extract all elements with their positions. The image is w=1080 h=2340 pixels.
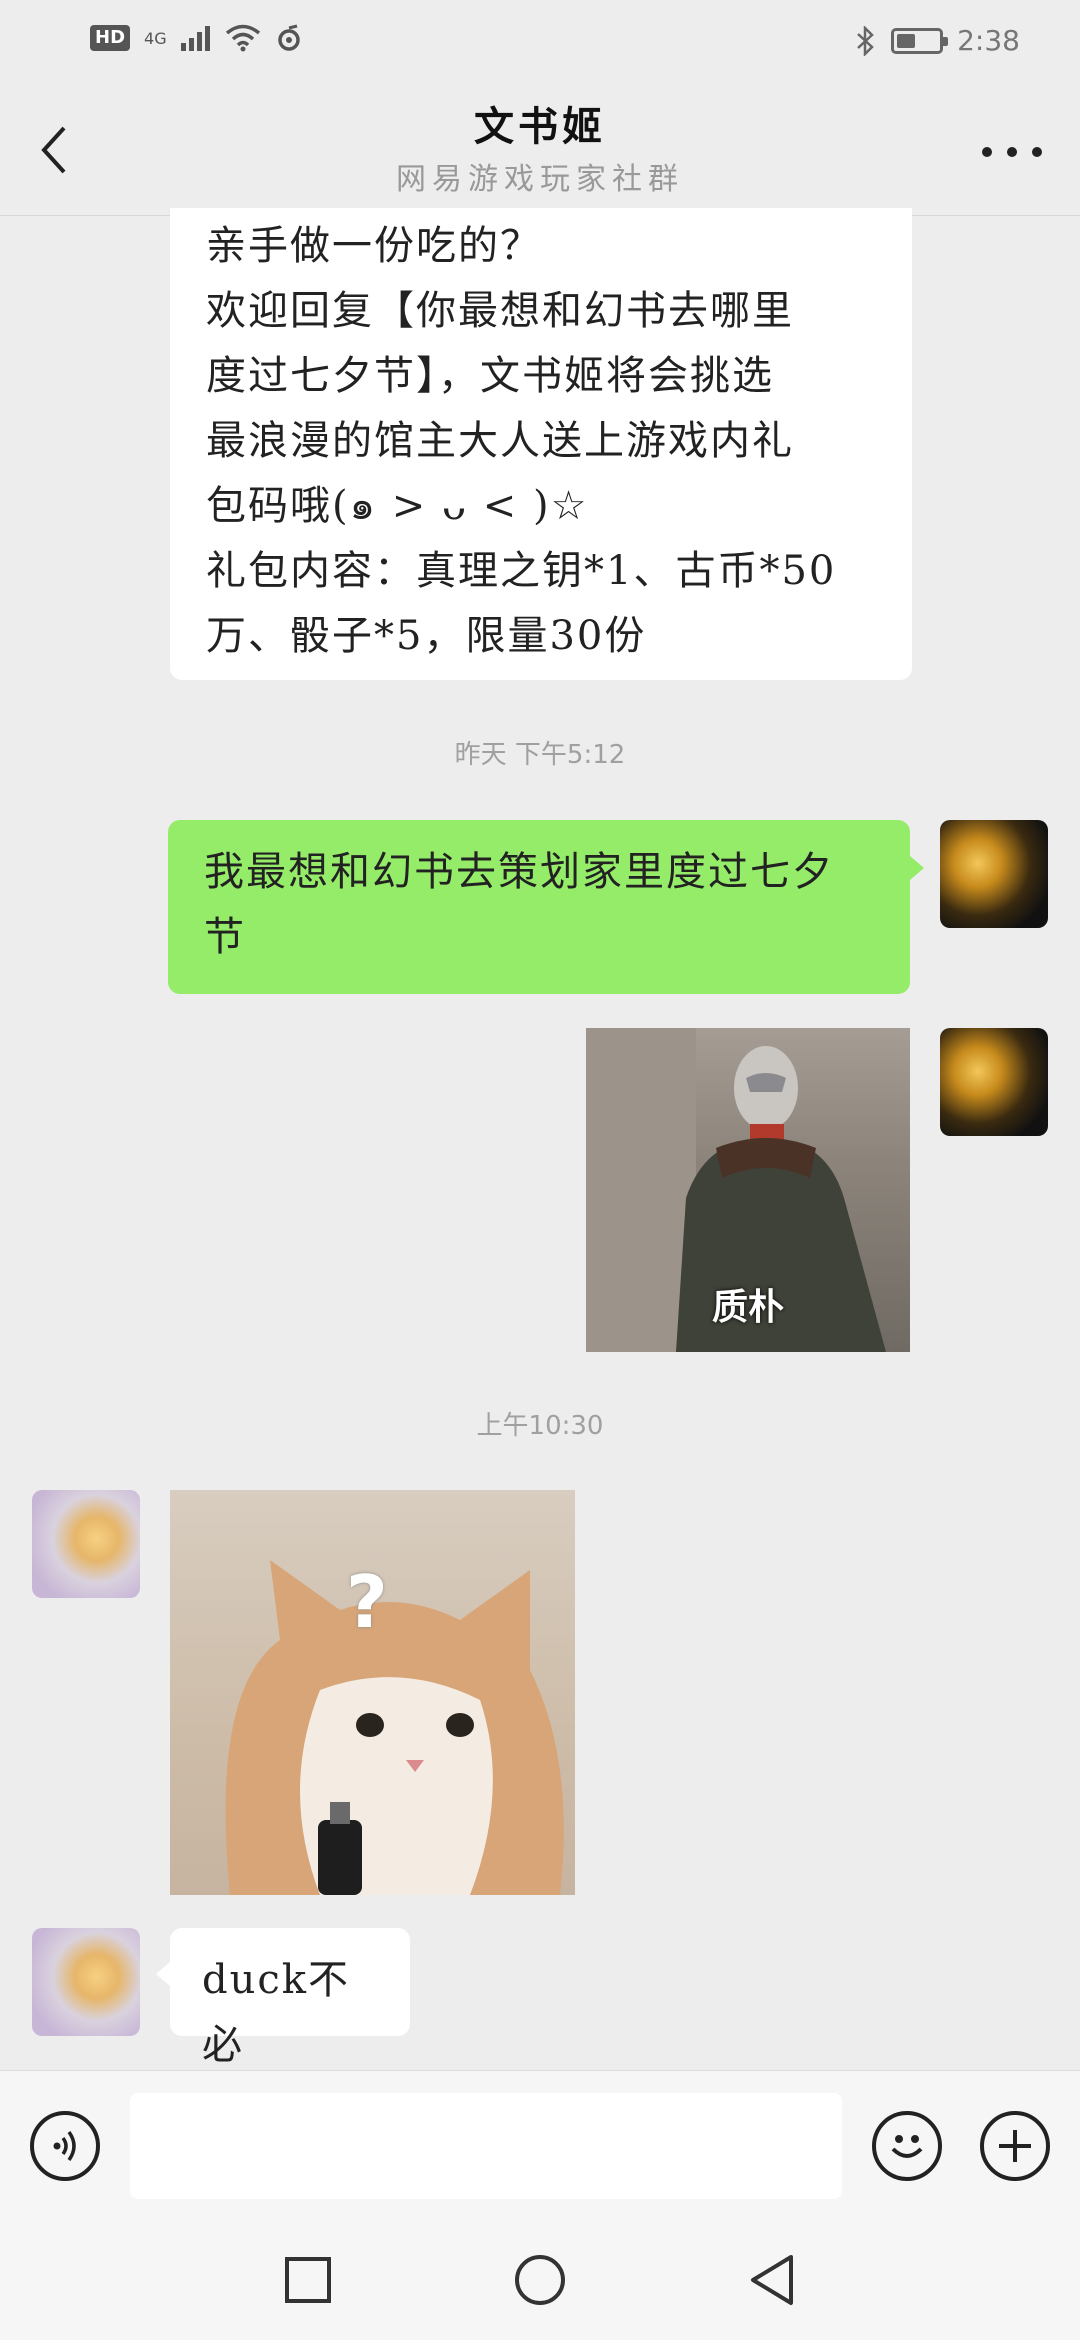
received-image-message[interactable]: ? [170, 1490, 575, 1895]
chat-header: 文书姬 网易游戏玩家社群 [0, 80, 1080, 216]
my-avatar[interactable] [940, 1028, 1048, 1136]
message-line: 包码哦(๑ > ᴗ < )☆ [206, 483, 589, 529]
question-mark: ? [346, 1560, 388, 1644]
chat-subtitle: 网易游戏玩家社群 [396, 162, 684, 197]
more-actions-button[interactable] [980, 2111, 1050, 2181]
back-nav-button[interactable] [740, 2248, 804, 2312]
back-nav-icon [751, 2255, 793, 2305]
sent-image-message[interactable]: 质朴 [586, 1028, 910, 1352]
battery-fill [897, 33, 916, 48]
home-icon [515, 2255, 565, 2305]
status-bar: HD 4G 2:38 [0, 0, 1080, 80]
emoji-button[interactable] [872, 2111, 942, 2181]
message-timestamp: 上午10:30 [476, 1411, 604, 1441]
message-line: 我最想和幻书去策划家里度过七夕 [204, 849, 834, 895]
clock: 2:38 [957, 24, 1020, 57]
message-line: 万、骰子*5，限量30份 [206, 613, 647, 659]
message-text: duck不必 [202, 1957, 351, 2068]
received-message-bubble[interactable]: duck不必 [156, 1928, 410, 2068]
status-right: 2:38 [855, 24, 1020, 57]
bluetooth-icon [857, 25, 874, 56]
wifi-icon [225, 24, 260, 52]
recent-apps-button[interactable] [276, 2248, 340, 2312]
message-line: 礼包内容：真理之钥*1、古币*50 [206, 548, 837, 594]
message-line: 最浪漫的馆主大人送上游戏内礼 [206, 418, 794, 464]
hd-icon: HD [90, 25, 131, 51]
battery-icon [891, 27, 949, 54]
more-options-button[interactable] [982, 140, 1042, 164]
message-line: 节 [204, 914, 246, 960]
status-left: HD 4G [90, 24, 303, 52]
system-nav-bar [0, 2220, 1080, 2340]
sender-avatar[interactable] [32, 1928, 140, 2036]
plus-icon [999, 2130, 1031, 2162]
voice-icon [53, 2130, 76, 2162]
message-input[interactable] [130, 2093, 842, 2199]
message-line: 亲手做一份吃的？ [206, 223, 542, 269]
cat-illustration [225, 1560, 564, 1895]
sender-avatar[interactable] [32, 1490, 140, 1598]
message-line: 度过七夕节】，文书姬将会挑选 [206, 353, 774, 399]
more-dot-icon [1007, 147, 1017, 157]
recent-apps-icon [285, 2257, 331, 2303]
signal-icon [180, 26, 210, 51]
message-line: 欢迎回复【你最想和幻书去哪里 [206, 288, 794, 334]
input-bar [0, 2070, 1080, 2221]
chat-title: 文书姬 [474, 104, 606, 150]
sync-icon [277, 24, 300, 51]
more-dot-icon [1032, 147, 1042, 157]
image-caption: 质朴 [711, 1287, 784, 1328]
voice-button[interactable] [30, 2111, 100, 2181]
message-timestamp: 昨天 下午5:12 [454, 740, 626, 770]
sent-message-bubble[interactable]: 我最想和幻书去策划家里度过七夕 节 [168, 820, 924, 994]
network-type: 4G [144, 28, 167, 48]
home-button[interactable] [508, 2248, 572, 2312]
more-dot-icon [982, 147, 992, 157]
emoji-icon [891, 2135, 923, 2158]
my-avatar[interactable] [940, 820, 1048, 928]
received-message-bubble[interactable]: 亲手做一份吃的？ 欢迎回复【你最想和幻书去哪里 度过七夕节】，文书姬将会挑选 最… [170, 208, 912, 680]
